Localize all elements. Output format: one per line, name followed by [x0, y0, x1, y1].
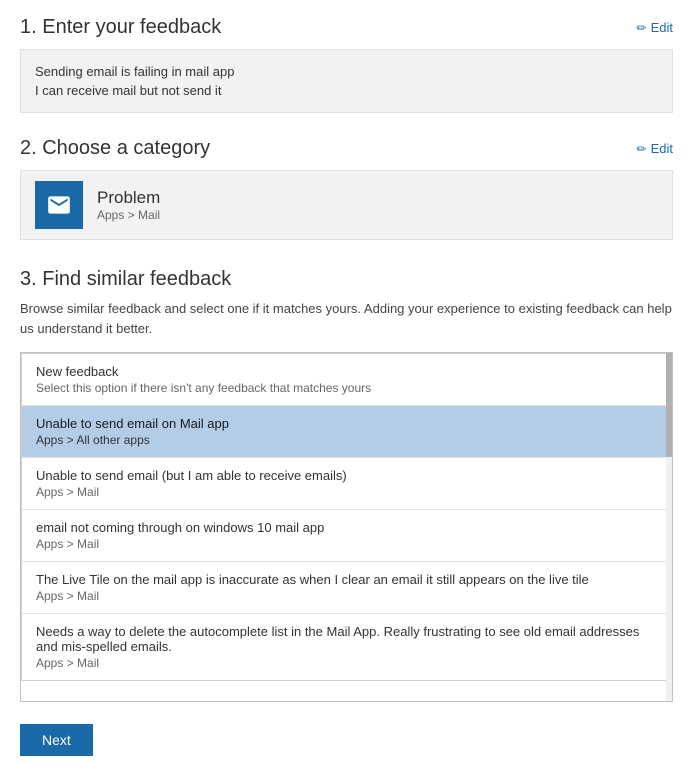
section1-title: 1. Enter your feedback [20, 16, 221, 39]
section1-feedback-box: Sending email is failing in mail app I c… [20, 49, 673, 113]
edit-icon-2: ✏ [637, 142, 647, 156]
edit-icon: ✏ [637, 21, 647, 35]
section1-edit-button[interactable]: ✏ Edit [637, 20, 673, 35]
feedback-item-title: The Live Tile on the mail app is inaccur… [36, 572, 657, 587]
section1-edit-label: Edit [651, 20, 673, 35]
section3-description: Browse similar feedback and select one i… [20, 299, 673, 338]
section2-edit-label: Edit [651, 141, 673, 156]
scroll-track [666, 353, 672, 701]
feedback-list-item[interactable]: Unable to send email (but I am able to r… [22, 458, 671, 510]
feedback-list-item[interactable]: The Live Tile on the mail app is inaccur… [22, 562, 671, 614]
feedback-list-item[interactable]: email not coming through on windows 10 m… [22, 510, 671, 562]
section3-title: 3. Find similar feedback [20, 268, 673, 291]
feedback-item-subtitle: Apps > Mail [36, 485, 657, 499]
feedback-item-title: email not coming through on windows 10 m… [36, 520, 657, 535]
feedback-item-title: Unable to send email (but I am able to r… [36, 468, 657, 483]
feedback-item-title: Unable to send email on Mail app [36, 416, 657, 431]
feedback-item-title: Needs a way to delete the autocomplete l… [36, 624, 657, 654]
category-icon [35, 181, 83, 229]
feedback-list-item[interactable]: Unable to send email on Mail app Apps > A… [22, 406, 671, 458]
category-name: Problem [97, 188, 160, 208]
feedback-list-item[interactable]: New feedback Select this option if there … [22, 354, 671, 406]
feedback-list-container: New feedback Select this option if there … [20, 352, 673, 702]
feedback-item-title: New feedback [36, 364, 657, 379]
feedback-item-subtitle: Apps > All other apps [36, 433, 657, 447]
next-button[interactable]: Next [20, 724, 93, 756]
feedback-line-1: Sending email is failing in mail app [35, 62, 658, 81]
section2-header: 2. Choose a category ✏ Edit [20, 137, 673, 160]
feedback-line-2: I can receive mail but not send it [35, 81, 658, 100]
category-info: Problem Apps > Mail [97, 188, 160, 222]
feedback-item-subtitle: Apps > Mail [36, 656, 657, 670]
section2-edit-button[interactable]: ✏ Edit [637, 141, 673, 156]
section2-title: 2. Choose a category [20, 137, 210, 160]
feedback-item-subtitle: Apps > Mail [36, 537, 657, 551]
feedback-list: New feedback Select this option if there … [21, 353, 672, 681]
feedback-item-subtitle: Select this option if there isn't any fe… [36, 381, 657, 395]
section1-header: 1. Enter your feedback ✏ Edit [20, 16, 673, 39]
category-box: Problem Apps > Mail [20, 170, 673, 240]
feedback-list-item[interactable]: Needs a way to delete the autocomplete l… [22, 614, 671, 680]
feedback-item-subtitle: Apps > Mail [36, 589, 657, 603]
category-path: Apps > Mail [97, 208, 160, 222]
mail-icon [46, 192, 72, 218]
scroll-thumb [666, 353, 672, 457]
